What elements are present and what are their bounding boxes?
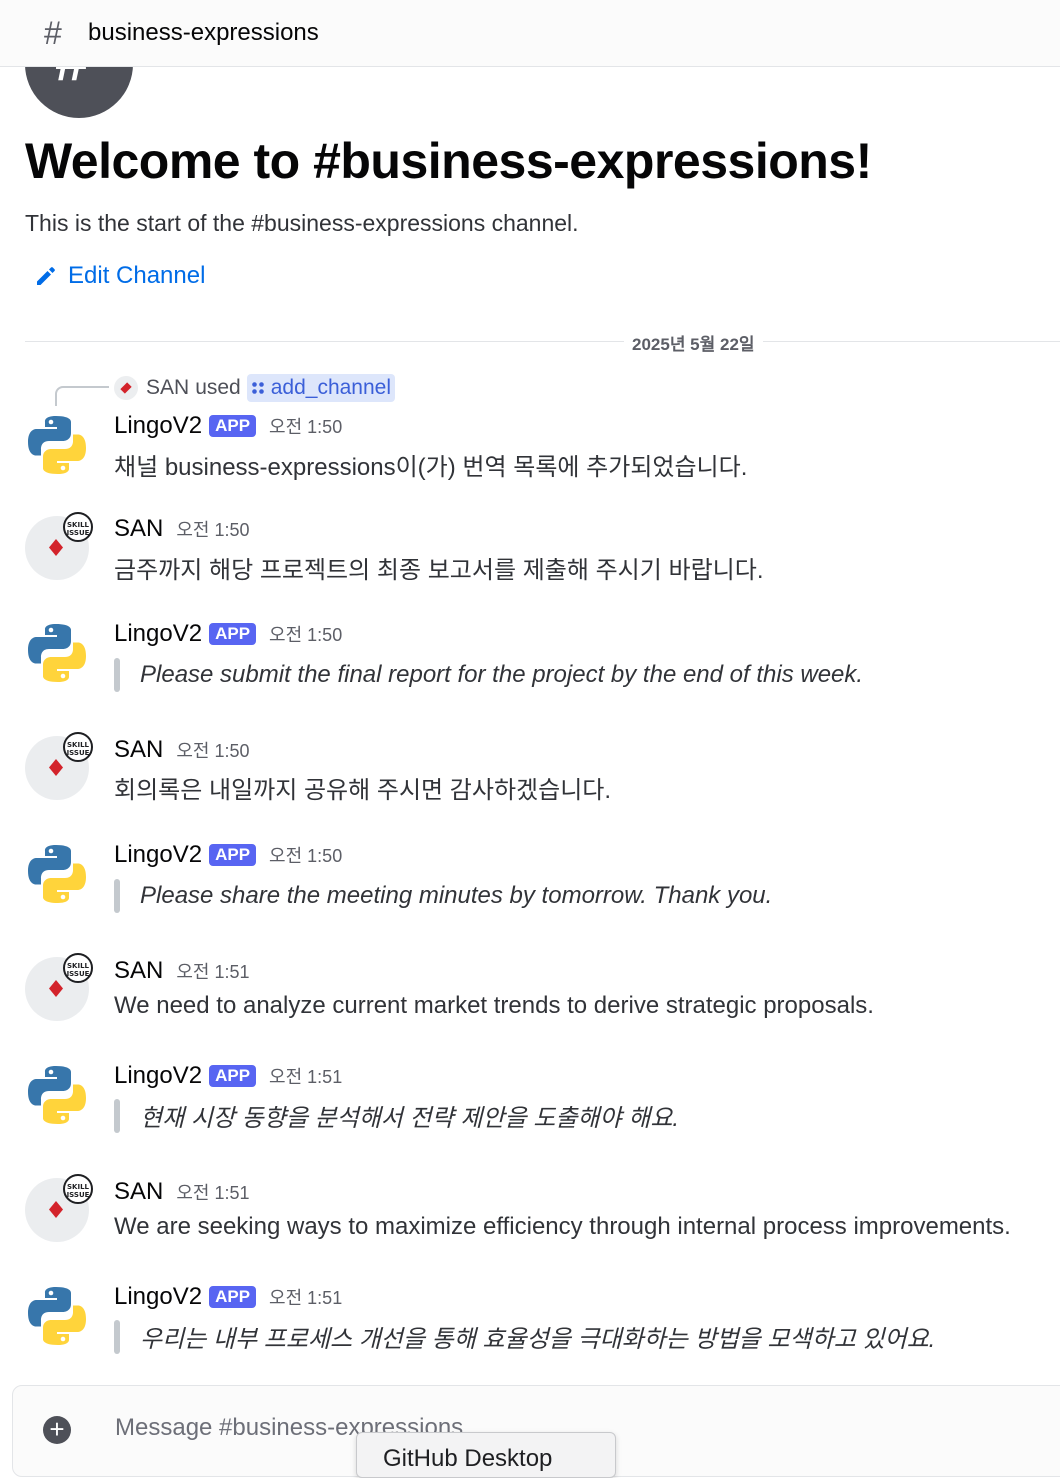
timestamp[interactable]: 오전 1:51: [269, 1284, 342, 1310]
timestamp[interactable]: 오전 1:51: [176, 1179, 249, 1205]
python-logo-icon: [28, 624, 86, 682]
channel-title: business-expressions: [88, 19, 319, 46]
hash-icon: #: [44, 14, 62, 51]
python-avatar[interactable]: [25, 1063, 89, 1127]
timestamp[interactable]: 오전 1:51: [176, 958, 249, 984]
timestamp[interactable]: 오전 1:51: [269, 1063, 342, 1089]
add-attachment-button[interactable]: +: [43, 1416, 71, 1444]
python-avatar[interactable]: [25, 621, 89, 685]
author-name[interactable]: LingoV2: [114, 412, 202, 440]
quote-bar: [114, 879, 120, 913]
message-text: 금주까지 해당 프로젝트의 최종 보고서를 제출해 주시기 바랍니다.: [114, 557, 764, 584]
edit-channel-link[interactable]: Edit Channel: [34, 262, 205, 290]
san-avatar[interactable]: SKILL ISSUE: [25, 1174, 93, 1242]
python-avatar[interactable]: [25, 842, 89, 906]
message-text: 회의록은 내일까지 공유해 주시면 감사하겠습니다.: [114, 777, 612, 804]
dock-tooltip: GitHub Desktop: [356, 1432, 616, 1478]
skill-issue-badge: SKILL ISSUE: [63, 732, 93, 762]
welcome-subtitle: This is the start of the #business-expre…: [25, 210, 579, 236]
message-text: We need to analyze current market trends…: [114, 992, 874, 1019]
channel-header: # business-expressions: [0, 0, 1060, 67]
author-name[interactable]: LingoV2: [114, 1283, 202, 1311]
blockquote: Please submit the final report for the p…: [114, 658, 863, 692]
message-text: 채널 business-expressions이(가) 번역 목록에 추가되었습…: [114, 454, 748, 481]
timestamp[interactable]: 오전 1:50: [269, 413, 342, 439]
quote-text: 우리는 내부 프로세스 개선을 통해 효율성을 극대화하는 방법을 모색하고 있…: [140, 1326, 936, 1353]
command-use-line: SAN used add_channel: [114, 374, 396, 402]
skill-issue-badge: SKILL ISSUE: [63, 953, 93, 983]
quote-bar: [114, 1098, 120, 1133]
python-avatar[interactable]: [25, 1284, 89, 1348]
quote-text: 현재 시장 동향을 분석해서 전략 제안을 도출해야 해요.: [140, 1105, 680, 1132]
edit-channel-label: Edit Channel: [68, 262, 206, 289]
python-logo-icon: [28, 1066, 86, 1124]
quote-bar: [114, 658, 120, 692]
quote-bar: [114, 1319, 120, 1354]
app-badge: APP: [209, 1065, 257, 1087]
diamond-icon: [49, 759, 63, 776]
timestamp[interactable]: 오전 1:50: [176, 516, 249, 542]
app-badge: APP: [209, 623, 257, 645]
message-text: We are seeking ways to maximize efficien…: [114, 1213, 1011, 1240]
author-name[interactable]: SAN: [114, 736, 163, 764]
author-name[interactable]: LingoV2: [114, 620, 202, 648]
blockquote: 현재 시장 동향을 분석해서 전략 제안을 도출해야 해요.: [114, 1098, 679, 1133]
diamond-icon: [49, 1201, 63, 1218]
timestamp[interactable]: 오전 1:50: [176, 737, 249, 763]
command-user[interactable]: SAN: [146, 376, 189, 400]
command-verb: used: [195, 376, 241, 399]
timestamp[interactable]: 오전 1:50: [269, 842, 342, 868]
diamond-icon: [49, 980, 63, 997]
author-name[interactable]: LingoV2: [114, 1062, 202, 1090]
command-chip[interactable]: add_channel: [246, 374, 396, 402]
san-avatar[interactable]: SKILL ISSUE: [25, 512, 93, 580]
python-logo-icon: [28, 1287, 86, 1345]
date-divider-label: 2025년 5월 22일: [624, 330, 763, 355]
command-name: add_channel: [270, 376, 392, 399]
timestamp[interactable]: 오전 1:50: [269, 621, 342, 647]
quote-text: Please share the meeting minutes by tomo…: [140, 882, 773, 909]
reply-connector: [55, 386, 109, 406]
python-logo-icon: [28, 416, 86, 474]
mini-avatar[interactable]: [114, 376, 138, 400]
skill-issue-badge: SKILL ISSUE: [63, 512, 93, 542]
pencil-icon: [37, 267, 55, 285]
diamond-icon: [49, 539, 63, 556]
quote-text: Please submit the final report for the p…: [140, 661, 864, 688]
welcome-title: Welcome to #business-expressions!: [25, 133, 872, 189]
app-badge: APP: [209, 415, 257, 437]
blockquote: 우리는 내부 프로세스 개선을 통해 효율성을 극대화하는 방법을 모색하고 있…: [114, 1319, 935, 1354]
author-name[interactable]: LingoV2: [114, 841, 202, 869]
app-badge: APP: [209, 844, 257, 866]
skill-issue-badge: SKILL ISSUE: [63, 1174, 93, 1204]
app-badge: APP: [209, 1286, 257, 1308]
blockquote: Please share the meeting minutes by tomo…: [114, 879, 772, 913]
san-avatar[interactable]: SKILL ISSUE: [25, 732, 93, 800]
date-divider: [25, 341, 1060, 342]
app-command-icon: [251, 382, 264, 394]
python-avatar[interactable]: [25, 413, 89, 477]
author-name[interactable]: SAN: [114, 515, 163, 543]
author-name[interactable]: SAN: [114, 1178, 163, 1206]
tooltip-label: GitHub Desktop: [383, 1445, 553, 1472]
san-avatar[interactable]: SKILL ISSUE: [25, 953, 93, 1021]
author-name[interactable]: SAN: [114, 957, 163, 985]
python-logo-icon: [28, 845, 86, 903]
